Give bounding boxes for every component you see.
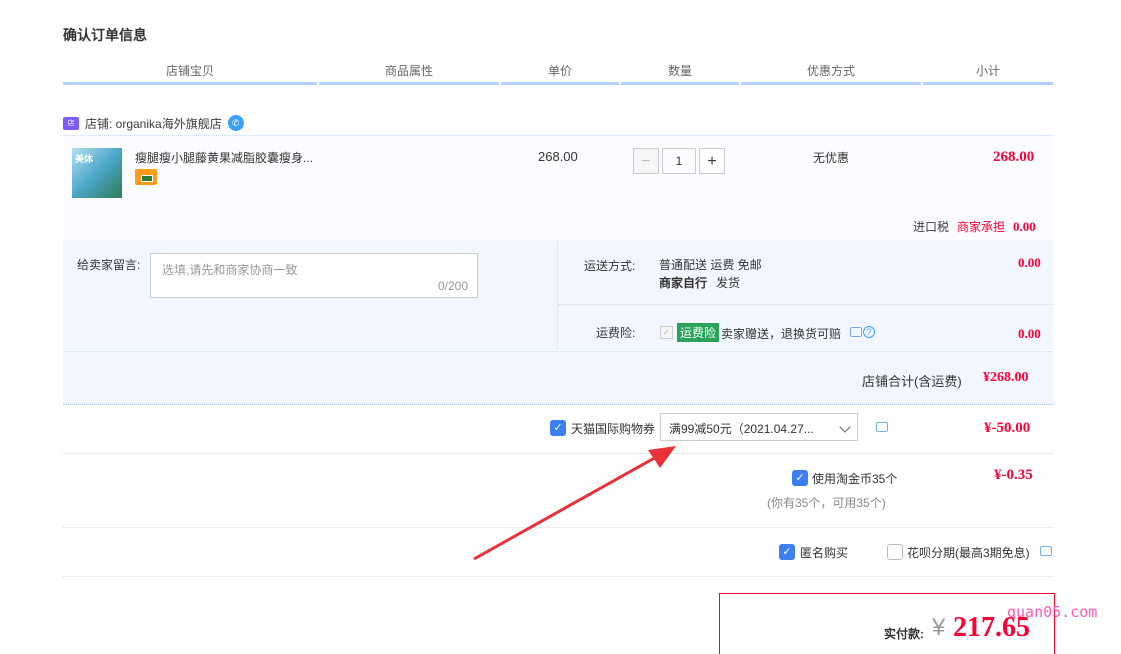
annotation-arrow bbox=[473, 446, 676, 561]
arrow-head bbox=[648, 446, 676, 468]
arrow-shaft bbox=[473, 454, 659, 561]
